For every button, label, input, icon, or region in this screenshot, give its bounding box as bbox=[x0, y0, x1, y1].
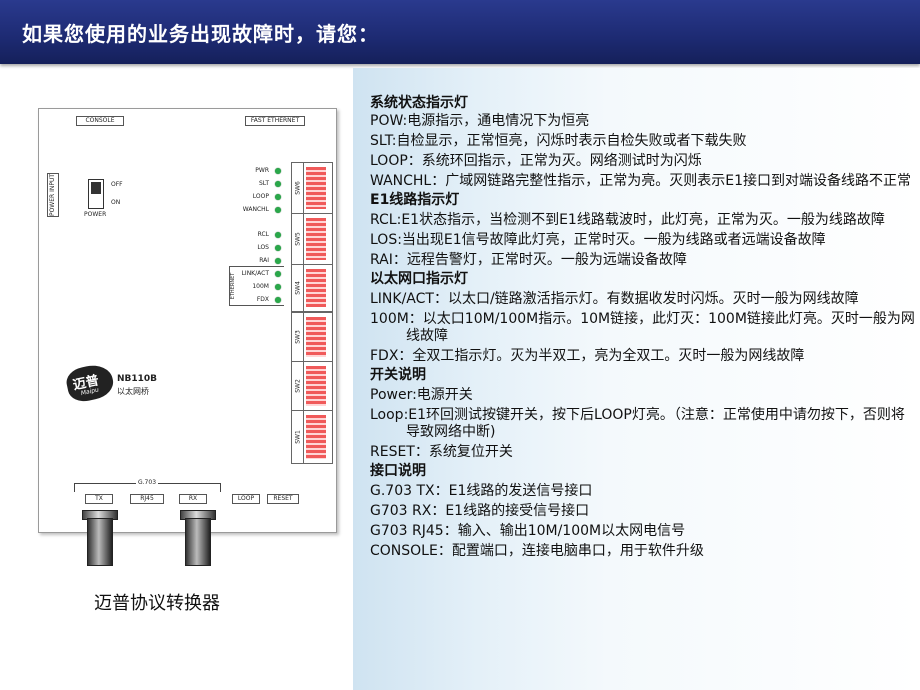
desc-line: Loop:E1环回测试按键开关，按下后LOOP灯亮。（注意：正常使用中请勿按下，… bbox=[370, 407, 905, 440]
switch-label: SW1 bbox=[294, 430, 301, 444]
section-title: 以太网口指示灯 bbox=[370, 271, 468, 287]
dip-switch[interactable]: SW1 bbox=[291, 410, 333, 464]
port-tx[interactable]: TX bbox=[85, 494, 113, 504]
model-subtitle: 以太网桥 bbox=[117, 387, 149, 396]
section-title: 接口说明 bbox=[370, 463, 426, 479]
dip-switch[interactable]: SW3 bbox=[291, 312, 333, 362]
desc-line: G.703 TX：E1线路的发送信号接口 bbox=[370, 483, 593, 499]
switch-label: SW5 bbox=[294, 232, 301, 246]
power-input-label: POWER INPUT bbox=[47, 173, 59, 217]
switch-pins bbox=[306, 317, 326, 357]
desc-line: WANCHL：广域网链路完整性指示，正常为亮。灭则表示E1接口到对端设备线路不正… bbox=[370, 173, 911, 189]
maipu-logo: 迈普 Maipu bbox=[63, 361, 117, 405]
switch-pins bbox=[306, 366, 326, 406]
desc-line: POW:电源指示，通电情况下为恒亮 bbox=[370, 113, 590, 129]
desc-line: RESET：系统复位开关 bbox=[370, 444, 513, 460]
desc-line: 100M：以太口10M/100M指示。10M链接，此灯灭：100M链接此灯亮。灭… bbox=[370, 311, 915, 344]
loop-button[interactable]: LOOP bbox=[232, 494, 260, 504]
switch-label: SW6 bbox=[294, 181, 301, 195]
bnc-connector-rx bbox=[185, 518, 211, 566]
dip-switch[interactable]: SW2 bbox=[291, 361, 333, 411]
led-indicator bbox=[275, 207, 281, 213]
desc-line: LINK/ACT：以太口/链路激活指示灯。有数据收发时闪烁。灭时一般为网线故障 bbox=[370, 291, 859, 307]
led-indicator bbox=[275, 232, 281, 238]
switch-on-label: ON bbox=[111, 199, 121, 206]
led-label: RCL bbox=[257, 231, 269, 238]
led-indicator bbox=[275, 194, 281, 200]
led-label: FDX bbox=[256, 296, 269, 303]
led-label: WANCHL bbox=[242, 206, 269, 213]
led-indicator bbox=[275, 168, 281, 174]
led-indicator bbox=[275, 284, 281, 290]
header-banner: 如果您使用的业务出现故障时，请您： bbox=[0, 0, 920, 64]
led-indicator bbox=[275, 297, 281, 303]
port-rj45[interactable]: RJ45 bbox=[130, 494, 164, 504]
dip-switch[interactable]: SW4 bbox=[291, 264, 333, 312]
fast-ethernet-label: FAST ETHERNET bbox=[245, 116, 305, 126]
switch-pins bbox=[306, 218, 326, 260]
desc-line: LOS:当出现E1信号故障此灯亮，正常时灭。一般为线路或者远端设备故障 bbox=[370, 232, 826, 248]
led-label: 100M bbox=[252, 283, 269, 290]
led-label: LINK/ACT bbox=[241, 270, 269, 277]
dip-switch[interactable]: SW5 bbox=[291, 213, 333, 265]
section-title: E1线路指示灯 bbox=[370, 192, 460, 208]
desc-line: LOOP：系统环回指示，正常为灭。网络测试时为闪烁 bbox=[370, 153, 702, 169]
desc-line: RCL:E1状态指示，当检测不到E1线路载波时，此灯亮，正常为灭。一般为线路故障 bbox=[370, 212, 885, 228]
dip-switch[interactable]: SW6 bbox=[291, 162, 333, 214]
description-text: 系统状态指示灯 POW:电源指示，通电情况下为恒亮 SLT:自检显示，正常恒亮，… bbox=[370, 93, 915, 560]
led-label: SLT bbox=[259, 180, 269, 187]
switch-pins bbox=[306, 415, 326, 459]
page-title: 如果您使用的业务出现故障时，请您： bbox=[22, 22, 379, 46]
reset-button[interactable]: RESET bbox=[267, 494, 299, 504]
led-indicator bbox=[275, 258, 281, 264]
model-name: NB110B bbox=[117, 374, 158, 384]
desc-line: G703 RX：E1线路的接受信号接口 bbox=[370, 503, 590, 519]
section-title: 开关说明 bbox=[370, 367, 426, 383]
switch-label: SW4 bbox=[294, 281, 301, 295]
led-label: LOS bbox=[257, 244, 269, 251]
switch-label: SW2 bbox=[294, 379, 301, 393]
device-illustration: CONSOLE FAST ETHERNET POWER INPUT OFF ON… bbox=[38, 108, 337, 533]
led-indicator bbox=[275, 271, 281, 277]
desc-line: Power:电源开关 bbox=[370, 387, 473, 403]
switch-pins bbox=[306, 167, 326, 209]
switch-label: SW3 bbox=[294, 330, 301, 344]
device-caption: 迈普协议转换器 bbox=[94, 593, 220, 614]
g703-label: G.703 bbox=[136, 479, 159, 486]
desc-line: RAI：远程告警灯，正常时灭。一般为远端设备故障 bbox=[370, 252, 687, 268]
led-label: RAI bbox=[259, 257, 269, 264]
switch-pins bbox=[306, 269, 326, 307]
desc-line: CONSOLE：配置端口，连接电脑串口，用于软件升级 bbox=[370, 543, 704, 559]
desc-line: G703 RJ45：输入、输出10M/100M以太网电信号 bbox=[370, 523, 686, 539]
led-indicator bbox=[275, 181, 281, 187]
desc-line: FDX：全双工指示灯。灭为半双工，亮为全双工。灭时一般为网线故障 bbox=[370, 348, 805, 364]
section-title: 系统状态指示灯 bbox=[370, 95, 468, 111]
console-port-label: CONSOLE bbox=[76, 116, 124, 126]
bnc-connector-tx bbox=[87, 518, 113, 566]
led-label: LOOP bbox=[252, 193, 269, 200]
port-rx[interactable]: RX bbox=[179, 494, 207, 504]
power-switch[interactable] bbox=[88, 179, 104, 209]
switch-off-label: OFF bbox=[111, 181, 123, 188]
power-label: POWER bbox=[84, 211, 107, 218]
power-switch-knob bbox=[91, 182, 101, 194]
led-indicator bbox=[275, 245, 281, 251]
led-label: PWR bbox=[255, 167, 269, 174]
desc-line: SLT:自检显示，正常恒亮，闪烁时表示自检失败或者下载失败 bbox=[370, 133, 747, 149]
